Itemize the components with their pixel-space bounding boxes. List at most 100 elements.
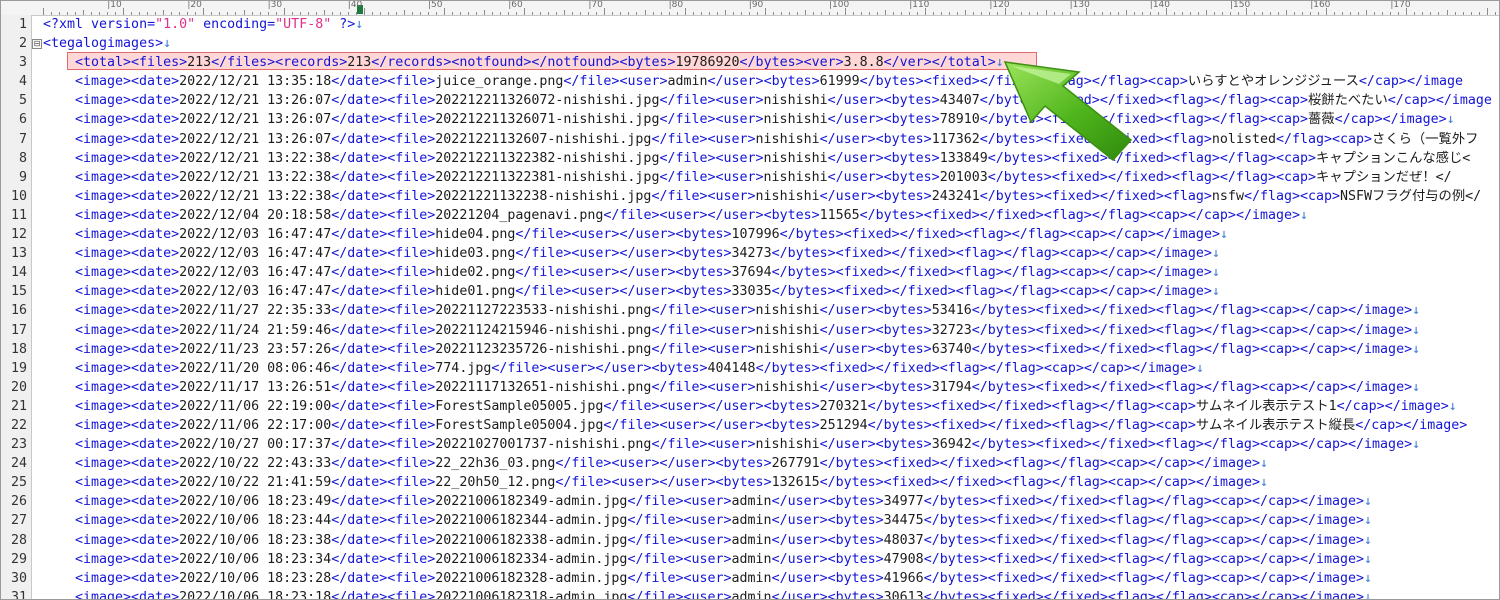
line-code: <image><date>2022/12/03 16:47:47</date><… xyxy=(75,284,1220,300)
code-line[interactable]: 7 <image><date>2022/12/21 13:26:07</date>… xyxy=(1,130,1499,149)
ruler-label: |90 xyxy=(748,0,764,10)
line-number: 17 xyxy=(10,322,27,338)
line-number: 5 xyxy=(18,93,27,109)
line-number: 25 xyxy=(10,475,27,491)
ruler-tick xyxy=(1486,8,1488,15)
ruler-label: |120 xyxy=(989,0,1010,10)
line-number: 28 xyxy=(10,532,27,548)
code-line[interactable]: 3 <total><files>213</files><records>213</… xyxy=(1,53,1499,72)
code-line[interactable]: 26 <image><date>2022/10/06 18:23:49</date… xyxy=(1,492,1499,511)
ruler-label: |110 xyxy=(909,0,930,10)
code-line[interactable]: 22 <image><date>2022/11/06 22:17:00</date… xyxy=(1,416,1499,435)
code-line[interactable]: 18 <image><date>2022/11/23 23:57:26</date… xyxy=(1,340,1499,359)
fold-toggle-icon[interactable]: ⊟ xyxy=(32,39,42,50)
code-line[interactable]: 9 <image><date>2022/12/21 13:22:38</date>… xyxy=(1,168,1499,187)
ruler-label: |80 xyxy=(668,0,684,10)
line-code: <image><date>2022/12/03 16:47:47</date><… xyxy=(75,227,1228,243)
text-editor-window: |10 |20 |30 |40 |50 |60 |70 |80 |90 |100 |110 |120 |… xyxy=(0,0,1500,600)
line-number: 3 xyxy=(18,55,27,71)
code-line[interactable]: 24 <image><date>2022/10/22 22:43:33</date… xyxy=(1,454,1499,473)
code-line[interactable]: 31 <image><date>2022/10/06 18:23:18</date… xyxy=(1,588,1499,600)
line-code: <image><date>2022/12/21 13:22:38</date><… xyxy=(75,169,1452,185)
code-line[interactable]: 29 <image><date>2022/10/06 18:23:34</date… xyxy=(1,550,1499,569)
ruler-label: |60 xyxy=(508,0,523,10)
ruler-tick xyxy=(524,8,526,15)
line-code: <image><date>2022/12/21 13:22:38</date><… xyxy=(75,188,1482,204)
line-code: <image><date>2022/11/20 08:06:46</date><… xyxy=(75,360,1204,376)
line-code: <image><date>2022/11/06 22:19:00</date><… xyxy=(75,398,1457,414)
line-code: <image><date>2022/11/23 23:57:26</date><… xyxy=(75,341,1421,357)
ruler-label: |40 xyxy=(347,0,363,10)
line-code: <image><date>2022/10/22 22:43:33</date><… xyxy=(75,456,1268,472)
line-code: <tegalogimages>↓ xyxy=(43,36,172,52)
code-line[interactable]: 19 <image><date>2022/11/20 08:06:46</date… xyxy=(1,359,1499,378)
line-number: 30 xyxy=(10,570,27,586)
ruler-label: |140 xyxy=(1149,0,1171,10)
line-code: <image><date>2022/11/17 13:26:51</date><… xyxy=(75,379,1421,395)
line-number: 1 xyxy=(18,17,27,32)
editor-text-area[interactable]: 1 <?xml version="1.0" encoding="UTF-8" ?>… xyxy=(1,15,1499,600)
ruler-tick xyxy=(444,8,445,15)
code-line[interactable]: 4 <image><date>2022/12/21 13:35:18</date>… xyxy=(1,72,1499,91)
line-number: 13 xyxy=(10,246,27,262)
line-code: <image><date>2022/10/06 18:23:49</date><… xyxy=(75,494,1373,510)
line-number: 11 xyxy=(10,207,27,223)
line-number: 29 xyxy=(10,551,27,567)
ruler-label: |10 xyxy=(107,0,122,10)
line-code: <image><date>2022/10/22 21:41:59</date><… xyxy=(75,475,1268,491)
ruler-tick xyxy=(203,8,205,15)
line-code: <image><date>2022/12/21 13:35:18</date><… xyxy=(75,74,1463,90)
code-line[interactable]: 25 <image><date>2022/10/22 21:41:59</date… xyxy=(1,473,1499,492)
line-code: <image><date>2022/12/21 13:26:07</date><… xyxy=(75,93,1492,109)
line-code: <?xml version="1.0" encoding="UTF-8" ?>↓ xyxy=(43,17,364,32)
ruler-tick xyxy=(43,8,44,15)
code-line[interactable]: 13 <image><date>2022/12/03 16:47:47</date… xyxy=(1,244,1499,263)
line-code: <image><date>2022/10/06 18:23:44</date><… xyxy=(75,513,1373,529)
line-number: 23 xyxy=(10,437,27,453)
ruler-label: |70 xyxy=(588,0,603,10)
ruler-tick xyxy=(363,8,365,15)
code-line[interactable]: 28 <image><date>2022/10/06 18:23:38</date… xyxy=(1,531,1499,550)
code-line[interactable]: 12 <image><date>2022/12/03 16:47:47</date… xyxy=(1,225,1499,244)
line-code: <image><date>2022/10/06 18:23:18</date><… xyxy=(75,589,1373,600)
line-code: <image><date>2022/10/06 18:23:38</date><… xyxy=(75,532,1373,548)
code-line[interactable]: 21 <image><date>2022/11/06 22:19:00</date… xyxy=(1,397,1499,416)
ruler-label: |170 xyxy=(1390,0,1411,10)
line-number: 20 xyxy=(10,379,27,395)
code-line[interactable]: 1 <?xml version="1.0" encoding="UTF-8" ?>… xyxy=(1,15,1499,34)
ruler-label: |20 xyxy=(187,0,202,10)
line-code: <image><date>2022/12/04 20:18:58</date><… xyxy=(75,207,1309,223)
code-line[interactable]: 20 <image><date>2022/11/17 13:26:51</date… xyxy=(1,378,1499,397)
line-number: 9 xyxy=(18,169,27,185)
line-number: 8 xyxy=(18,150,27,166)
line-number: 18 xyxy=(10,341,27,357)
code-line[interactable]: 30 <image><date>2022/10/06 18:23:28</date… xyxy=(1,569,1499,588)
line-code: <total><files>213</files><records>213</r… xyxy=(75,55,1004,71)
line-number: 21 xyxy=(10,398,27,414)
line-number: 26 xyxy=(10,494,27,510)
line-number: 4 xyxy=(18,74,27,90)
line-code: <image><date>2022/12/21 13:22:38</date><… xyxy=(75,150,1471,166)
code-line[interactable]: 6 <image><date>2022/12/21 13:26:07</date>… xyxy=(1,110,1499,129)
ruler-tick xyxy=(283,8,285,15)
ruler-label: |160 xyxy=(1310,0,1331,10)
line-number: 12 xyxy=(10,227,27,243)
line-code: <image><date>2022/11/27 22:35:33</date><… xyxy=(75,303,1421,319)
code-line[interactable]: 17 <image><date>2022/11/24 21:59:46</date… xyxy=(1,321,1499,340)
code-line[interactable]: 10 <image><date>2022/12/21 13:22:38</date… xyxy=(1,187,1499,206)
line-code: <image><date>2022/12/03 16:47:47</date><… xyxy=(75,246,1220,262)
code-line[interactable]: 27 <image><date>2022/10/06 18:23:44</date… xyxy=(1,511,1499,530)
line-number: 31 xyxy=(10,589,27,600)
line-code: <image><date>2022/12/21 13:26:07</date><… xyxy=(75,131,1479,147)
line-number: 2 xyxy=(18,36,27,52)
code-line[interactable]: 5 <image><date>2022/12/21 13:26:07</date>… xyxy=(1,91,1499,110)
code-line[interactable]: 8 <image><date>2022/12/21 13:22:38</date>… xyxy=(1,149,1499,168)
code-line[interactable]: 16 <image><date>2022/11/27 22:35:33</date… xyxy=(1,301,1499,320)
code-line[interactable]: 11 <image><date>2022/12/04 20:18:58</date… xyxy=(1,206,1499,225)
ruler-tick xyxy=(764,8,766,15)
code-line[interactable]: 2 ⊟ <tegalogimages>↓ xyxy=(1,34,1499,53)
code-line[interactable]: 23 <image><date>2022/10/27 00:17:37</date… xyxy=(1,435,1499,454)
code-line[interactable]: 14 <image><date>2022/12/03 16:47:47</date… xyxy=(1,263,1499,282)
code-line[interactable]: 15 <image><date>2022/12/03 16:47:47</date… xyxy=(1,282,1499,301)
arrow-pointing-up-left-icon xyxy=(1003,61,1133,162)
